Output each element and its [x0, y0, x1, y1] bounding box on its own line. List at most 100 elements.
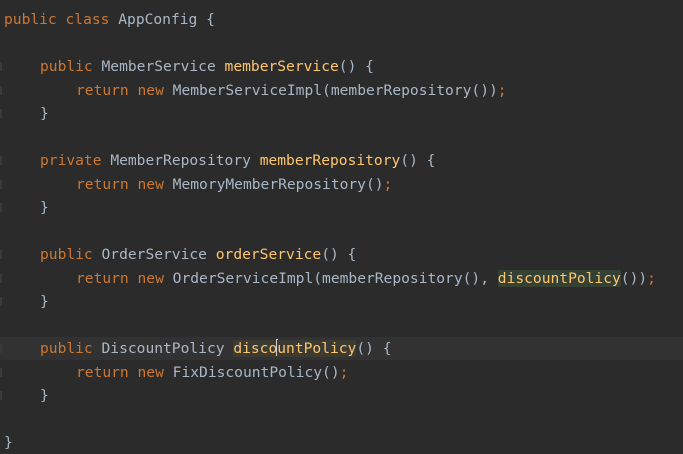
code-token: new	[137, 363, 164, 381]
code-line[interactable]	[0, 408, 683, 431]
code-line[interactable]	[0, 314, 683, 337]
code-text: private MemberRepository memberRepositor…	[40, 149, 435, 172]
code-token: {	[206, 11, 215, 28]
code-line[interactable]	[0, 126, 683, 149]
code-line[interactable]: public DiscountPolicy discountPolicy() {	[0, 337, 683, 360]
code-token: ()	[322, 363, 340, 381]
code-token: return	[76, 81, 129, 99]
code-line[interactable]: return new MemoryMemberRepository();	[0, 173, 683, 196]
code-token: new	[137, 269, 164, 287]
code-text: public OrderService orderService() {	[40, 243, 356, 266]
code-token: public	[4, 11, 57, 28]
code-token: (memberRepository(),	[313, 269, 498, 287]
code-token: new	[137, 81, 164, 99]
code-token: () {	[400, 152, 436, 169]
code-token: public	[40, 246, 93, 263]
code-line[interactable]: private MemberRepository memberRepositor…	[0, 149, 683, 172]
code-text: }	[40, 384, 49, 407]
gutter-marker	[0, 250, 2, 259]
code-token: discountPolicy	[497, 269, 621, 287]
code-text: public DiscountPolicy discountPolicy() {	[40, 337, 392, 360]
code-text: public MemberService memberService() {	[40, 55, 374, 78]
code-line[interactable]	[0, 220, 683, 243]
code-line[interactable]: return new MemberServiceImpl(memberRepos…	[0, 79, 683, 102]
code-token: () {	[338, 58, 374, 75]
code-line[interactable]	[0, 32, 683, 55]
gutter-marker	[0, 391, 2, 400]
code-token: return	[76, 175, 129, 193]
code-token: public	[40, 340, 93, 357]
code-line[interactable]: }	[0, 290, 683, 313]
gutter-marker	[0, 297, 2, 306]
code-token: untPolicy	[277, 340, 357, 357]
code-text: }	[40, 290, 49, 313]
code-line[interactable]: }	[0, 102, 683, 125]
code-token: ;	[647, 269, 656, 287]
code-token: disco	[233, 340, 278, 357]
gutter-marker	[0, 156, 2, 165]
code-token: AppConfig	[118, 11, 198, 28]
code-token: }	[40, 293, 49, 310]
code-token: memberRepository	[259, 152, 401, 169]
code-token: return	[76, 363, 129, 381]
code-line[interactable]: public class AppConfig {	[0, 8, 683, 31]
code-line[interactable]: public MemberService memberService() {	[0, 55, 683, 78]
code-line[interactable]: public OrderService orderService() {	[0, 243, 683, 266]
code-line[interactable]: }	[0, 196, 683, 219]
code-token: OrderService	[101, 246, 207, 263]
code-token: public	[40, 58, 93, 75]
code-token: MemoryMemberRepository	[172, 175, 366, 193]
code-token: OrderServiceImpl	[172, 269, 314, 287]
code-token: class	[65, 11, 110, 28]
gutter-marker	[0, 203, 2, 212]
code-token: ;	[383, 175, 393, 193]
code-text: return new OrderServiceImpl(memberReposi…	[76, 267, 656, 290]
code-text: public class AppConfig {	[4, 8, 215, 31]
code-token: () {	[356, 340, 392, 357]
code-text: }	[4, 431, 13, 454]
code-text: }	[40, 196, 49, 219]
code-token: }	[40, 105, 49, 122]
code-line[interactable]: }	[0, 431, 683, 454]
code-line[interactable]: return new FixDiscountPolicy();	[0, 361, 683, 384]
code-token: }	[4, 434, 13, 451]
code-token: ())	[620, 269, 648, 287]
code-token: MemberServiceImpl	[172, 81, 323, 99]
gutter-marker	[0, 85, 2, 95]
code-line[interactable]: }	[0, 384, 683, 407]
code-token: ;	[497, 81, 507, 99]
code-line[interactable]: return new OrderServiceImpl(memberReposi…	[0, 267, 683, 290]
code-token: MemberRepository	[110, 152, 251, 169]
code-token: ;	[339, 363, 349, 381]
code-text: return new MemoryMemberRepository();	[76, 173, 392, 196]
code-token: new	[137, 175, 164, 193]
code-token: FixDiscountPolicy	[172, 363, 323, 381]
gutter-marker	[0, 367, 2, 377]
code-token: DiscountPolicy	[101, 340, 225, 357]
gutter-marker	[0, 179, 2, 189]
code-token: }	[40, 199, 49, 216]
code-token: ()	[365, 175, 384, 193]
gutter-marker	[0, 273, 2, 283]
code-editor[interactable]: public class AppConfig {public MemberSer…	[0, 0, 683, 453]
code-token: }	[40, 387, 49, 404]
code-token: return	[76, 269, 129, 287]
code-text: return new FixDiscountPolicy();	[76, 361, 348, 384]
